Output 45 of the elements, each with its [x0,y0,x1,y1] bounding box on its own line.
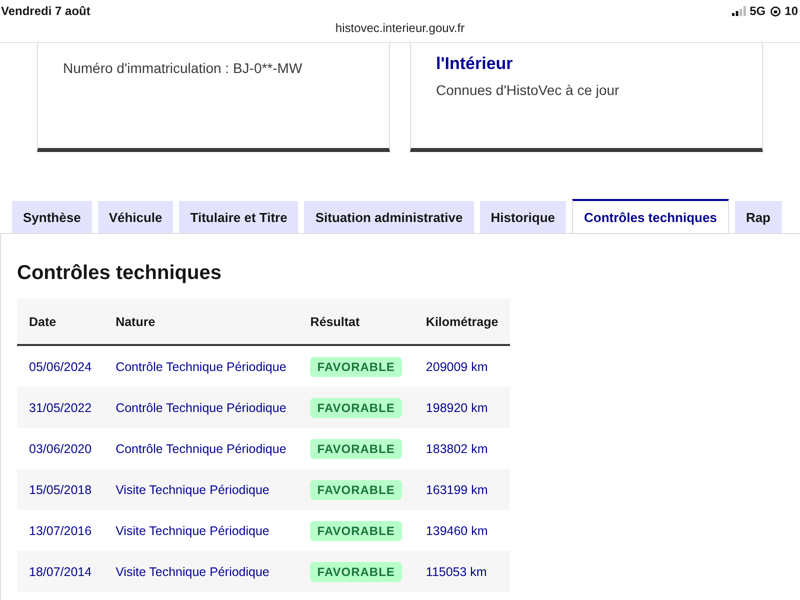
table-cell: Visite Technique Périodique [104,510,298,551]
column-header: Kilométrage [414,299,510,345]
column-header: Nature [104,299,298,345]
tab[interactable]: Titulaire et Titre [179,201,298,233]
card-text: Numéro d'immatriculation : BJ-0**-MW [63,60,304,76]
rotation-lock-icon [770,6,781,16]
table-cell: 139460 km [414,510,510,551]
tab[interactable]: Véhicule [98,201,174,233]
tab[interactable]: Contrôles techniques [572,199,729,233]
result-badge: FAVORABLE [310,520,402,540]
table-cell: 31/05/2022 [17,387,104,428]
table-cell: 15/05/2018 [17,469,104,510]
result-badge: FAVORABLE [310,480,402,500]
status-date: Vendredi 7 août [1,4,90,18]
column-header: Date [17,299,104,345]
table-cell: 209009 km [414,345,510,387]
result-badge: FAVORABLE [310,438,402,458]
card-text: Connues d'HistoVec à ce jour [436,82,620,98]
table-cell: Contrôle Technique Périodique [104,428,298,469]
table-cell: Visite Technique Périodique [104,469,298,510]
signal-icon [732,6,746,16]
result-badge: FAVORABLE [310,398,402,418]
table-cell: 183802 km [414,428,510,469]
result-badge: FAVORABLE [310,356,402,376]
table-cell: 198920 km [414,387,510,428]
table-cell: 115053 km [414,551,510,592]
table-cell: Visite Technique Périodique [104,551,298,592]
result-badge: FAVORABLE [310,562,402,582]
network-label: 5G [750,4,766,18]
tab[interactable]: Situation administrative [304,201,474,233]
table-cell: 05/06/2024 [17,345,104,387]
url-text[interactable]: histovec.interieur.gouv.fr [0,21,800,35]
card-heading: l'Intérieur [436,54,514,74]
battery-label: 10 [784,4,798,18]
table-cell: 03/06/2020 [17,428,104,469]
table-cell: 18/07/2014 [17,551,104,592]
table-cell: Contrôle Technique Périodique [104,345,298,387]
table-cell: 163199 km [414,469,510,510]
table-cell: 13/07/2016 [17,510,104,551]
tab[interactable]: Rap [734,201,782,233]
tab[interactable]: Historique [480,201,566,233]
section-title: Contrôles techniques [17,262,222,285]
table-cell: Contrôle Technique Périodique [104,387,298,428]
tab[interactable]: Synthèse [12,201,92,233]
column-header: Résultat [298,299,414,345]
